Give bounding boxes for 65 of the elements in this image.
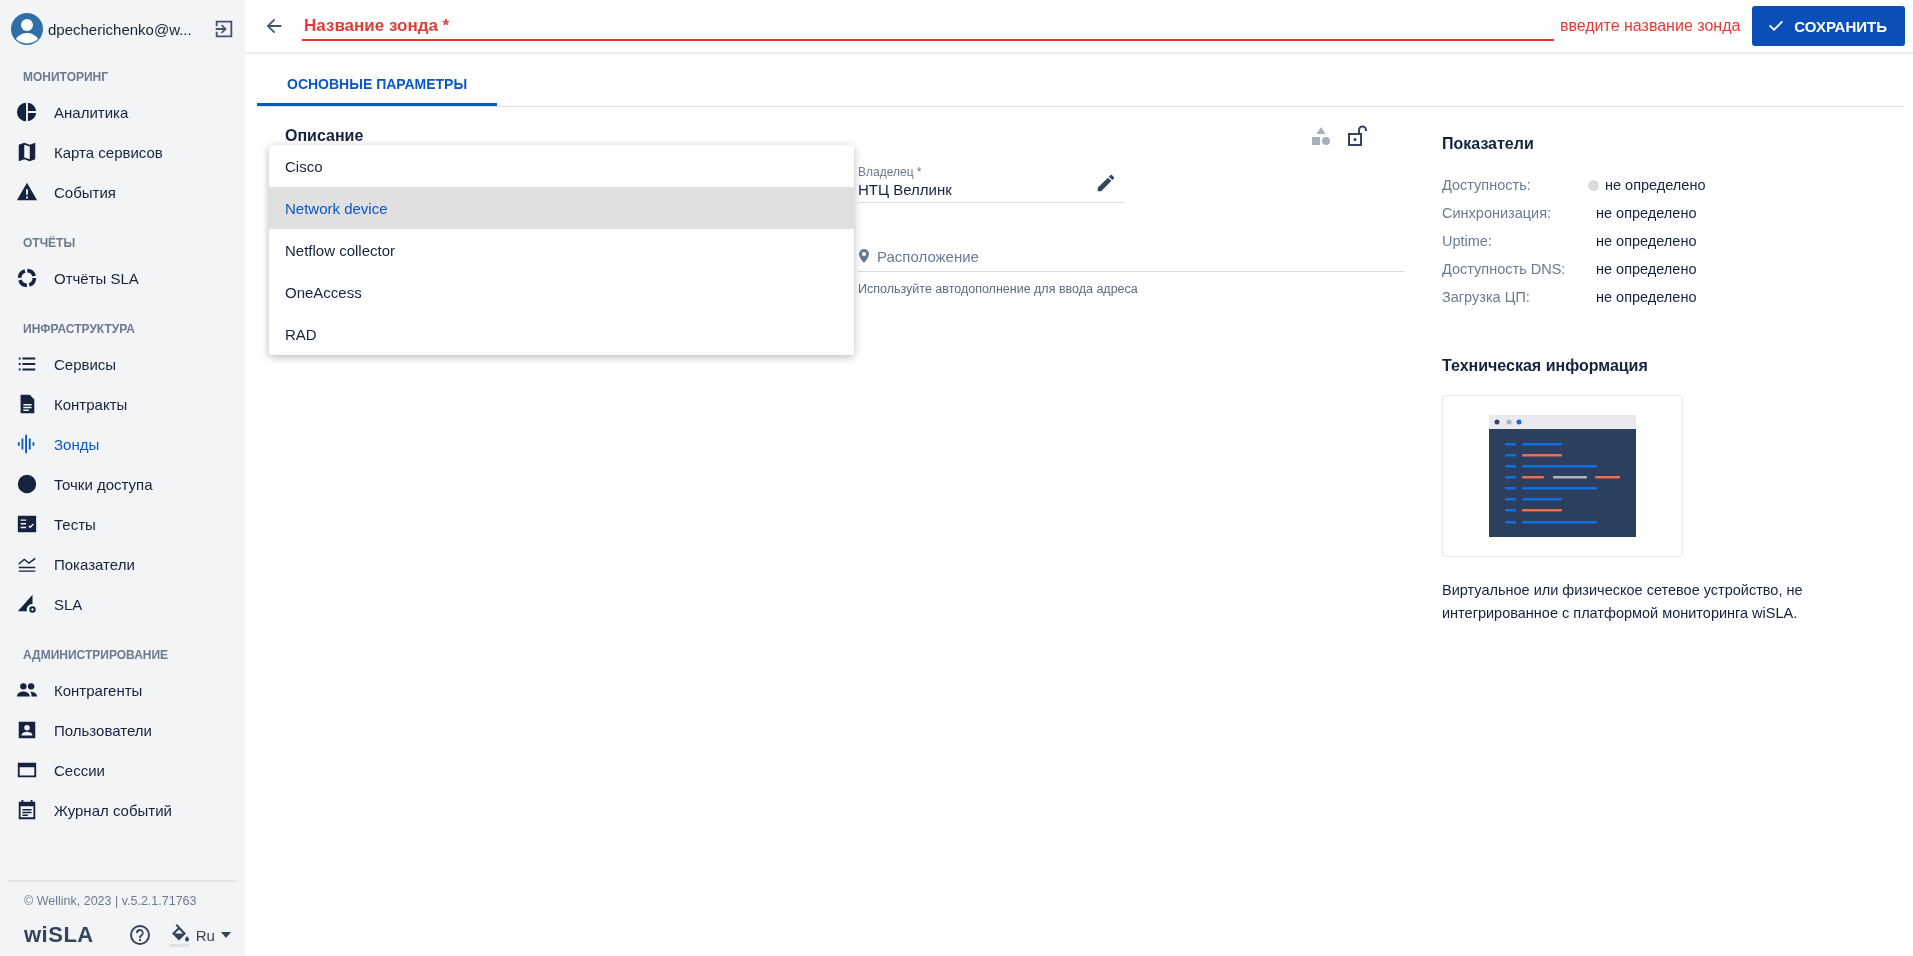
menu-option[interactable]: Netflow collector <box>269 229 854 271</box>
menu-option[interactable]: OneAccess <box>269 271 854 313</box>
pie-chart-icon <box>16 101 38 123</box>
helper-text: Используйте автодополнение для ввода адреса <box>858 282 1139 296</box>
nav-item[interactable]: Аналитика <box>0 92 245 132</box>
person-card-icon <box>16 719 38 741</box>
ring-icon <box>16 267 38 289</box>
menu-option[interactable]: Cisco <box>269 145 854 187</box>
nav-item[interactable]: SLA <box>0 584 245 624</box>
copyright-text: © Wellink, 2023 | v.5.2.1.71763 <box>24 894 198 908</box>
metric-value: не определено <box>1605 177 1706 193</box>
metric-value: не определено <box>1596 289 1697 305</box>
error-message: введите название зонда <box>1559 17 1741 35</box>
caret-icon <box>220 932 231 938</box>
user-name: dpecherichenko@w... <box>48 20 193 38</box>
metric-value: не определено <box>1596 261 1697 277</box>
section-title: Описание <box>285 127 364 145</box>
metric-value: не определено <box>1596 205 1697 221</box>
section-title: Показатели <box>1442 135 1535 153</box>
nav-item[interactable]: Показатели <box>0 544 245 584</box>
unlocked-lock-icon[interactable] <box>1345 124 1369 148</box>
nav-item[interactable]: Карта сервисов <box>0 132 245 172</box>
logo: wiSLA <box>24 922 94 948</box>
help-icon[interactable] <box>127 923 152 947</box>
tab[interactable]: ОСНОВНЫЕ ПАРАМЕТРЫ <box>257 64 498 106</box>
field-label: Владелец * <box>858 165 923 179</box>
menu-option[interactable]: RAD <box>269 313 854 355</box>
nav-item[interactable]: Отчёты SLA <box>0 258 245 298</box>
metric-label: Синхронизация: <box>1442 205 1553 221</box>
logout-icon[interactable] <box>213 18 235 40</box>
metric-label: Доступность: <box>1442 177 1532 193</box>
checklist-icon <box>16 513 38 535</box>
avatar-icon <box>11 13 43 45</box>
description-text: Виртуальное или физическое сетевое устройство, не интегрированное с платформой мониторинга wiSLA. <box>1442 581 1804 623</box>
nav-item[interactable]: Контракты <box>0 384 245 424</box>
nav-item[interactable]: Сессии <box>0 750 245 790</box>
section-heading: ИНФРАСТРУКТУРА <box>22 321 136 338</box>
nav-item[interactable]: Тесты <box>0 504 245 544</box>
warning-icon <box>16 181 38 203</box>
calendar-icon <box>16 799 38 821</box>
pencil-icon[interactable] <box>1095 172 1117 194</box>
paint-bucket-icon[interactable] <box>167 923 190 947</box>
map-pin-icon <box>858 249 870 263</box>
nav-item[interactable]: Контрагенты <box>0 670 245 710</box>
section-title: Техническая информация <box>1442 357 1649 375</box>
nav-item[interactable]: Зонды <box>0 424 245 464</box>
metric-label: Загрузка ЦП: <box>1442 289 1531 305</box>
metric-label: Uptime: <box>1442 233 1493 249</box>
metric-value: не определено <box>1596 233 1697 249</box>
nav-item[interactable]: События <box>0 172 245 212</box>
nav-item[interactable]: Сервисы <box>0 344 245 384</box>
section-heading: АДМИНИСТРИРОВАНИЕ <box>22 647 170 664</box>
nav-item[interactable]: Точки доступа <box>0 464 245 504</box>
menu-option[interactable]: Network device <box>269 187 854 229</box>
section-heading: ОТЧЁТЫ <box>22 235 77 252</box>
map-icon <box>16 141 38 163</box>
save-button[interactable]: СОХРАНИТЬ <box>1752 6 1905 46</box>
check-icon <box>1768 20 1785 32</box>
nav-item[interactable]: Пользователи <box>0 710 245 750</box>
metric-label: Доступность DNS: <box>1442 261 1567 277</box>
circle-icon <box>16 473 38 495</box>
language-select[interactable]: Ru <box>195 926 231 944</box>
section-heading: МОНИТОРИНГ <box>22 69 110 86</box>
triangle-gear-icon <box>16 593 38 615</box>
nav-item[interactable]: Журнал событий <box>0 790 245 830</box>
